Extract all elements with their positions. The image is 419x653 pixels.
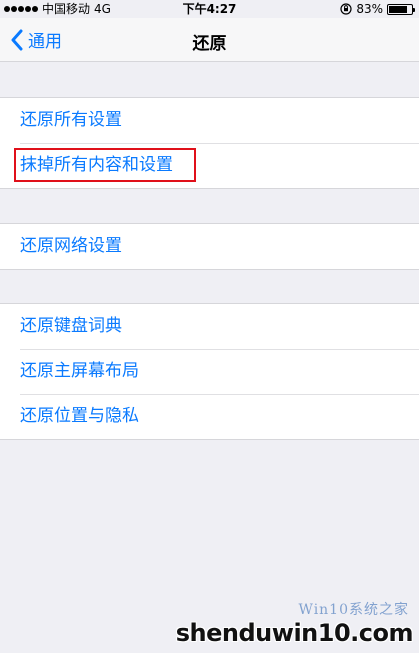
erase-all-content-and-settings-item[interactable]: 抹掉所有内容和设置 <box>0 143 419 188</box>
settings-group-other-resets: 还原键盘词典 还原主屏幕布局 还原位置与隐私 <box>0 303 419 440</box>
watermark: Win10系统之家 shenduwin10.com <box>176 599 414 647</box>
reset-all-settings-item[interactable]: 还原所有设置 <box>0 98 419 143</box>
battery-percent-label: 83% <box>356 2 383 16</box>
reset-location-privacy-item[interactable]: 还原位置与隐私 <box>0 394 419 439</box>
navigation-bar: 通用 还原 <box>0 18 419 62</box>
battery-icon <box>387 3 415 15</box>
settings-group-reset-settings: 还原所有设置 抹掉所有内容和设置 <box>0 97 419 189</box>
rotation-lock-icon <box>340 3 352 15</box>
reset-home-screen-layout-item[interactable]: 还原主屏幕布局 <box>0 349 419 394</box>
status-bar: 中国移动 4G 下午4:27 83% <box>0 0 419 18</box>
settings-group-network: 还原网络设置 <box>0 223 419 270</box>
battery-fill <box>389 5 408 13</box>
watermark-domain: shenduwin10.com <box>175 619 414 647</box>
reset-network-settings-item[interactable]: 还原网络设置 <box>0 224 419 269</box>
status-right: 83% <box>340 0 415 18</box>
reset-keyboard-dictionary-item[interactable]: 还原键盘词典 <box>0 304 419 349</box>
page-title: 还原 <box>192 34 227 54</box>
watermark-brand: Win10系统之家 <box>298 602 409 618</box>
